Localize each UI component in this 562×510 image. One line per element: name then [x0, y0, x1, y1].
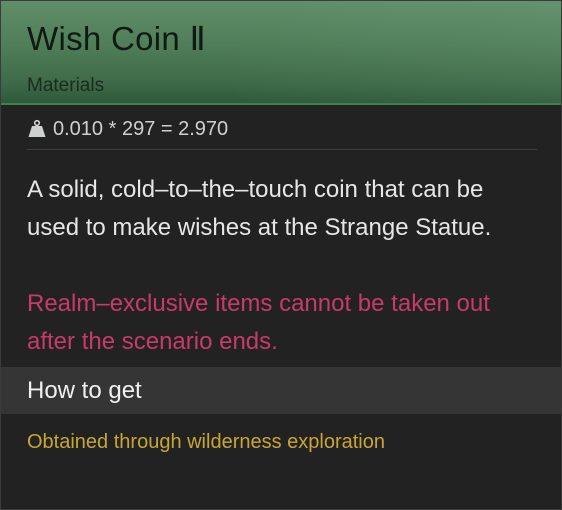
- item-header: Wish Coin Ⅱ Materials: [1, 1, 561, 105]
- how-to-get-header: How to get: [1, 367, 561, 414]
- item-category: Materials: [27, 75, 105, 96]
- item-title: Wish Coin Ⅱ: [27, 20, 207, 57]
- item-tooltip: Wish Coin Ⅱ Materials 0.010 * 297 = 2.97…: [0, 0, 562, 510]
- how-to-get-label: How to get: [27, 377, 142, 404]
- weight-row: 0.010 * 297 = 2.970: [27, 116, 228, 142]
- weight-formula: 0.010 * 297 = 2.970: [53, 117, 229, 140]
- divider: [27, 149, 537, 150]
- item-warning: Realm–exclusive items cannot be taken ou…: [27, 290, 490, 355]
- item-source: Obtained through wilderness exploration: [27, 431, 385, 453]
- item-description: A solid, cold–to–the–touch coin that can…: [27, 176, 492, 241]
- weight-icon: [27, 119, 47, 139]
